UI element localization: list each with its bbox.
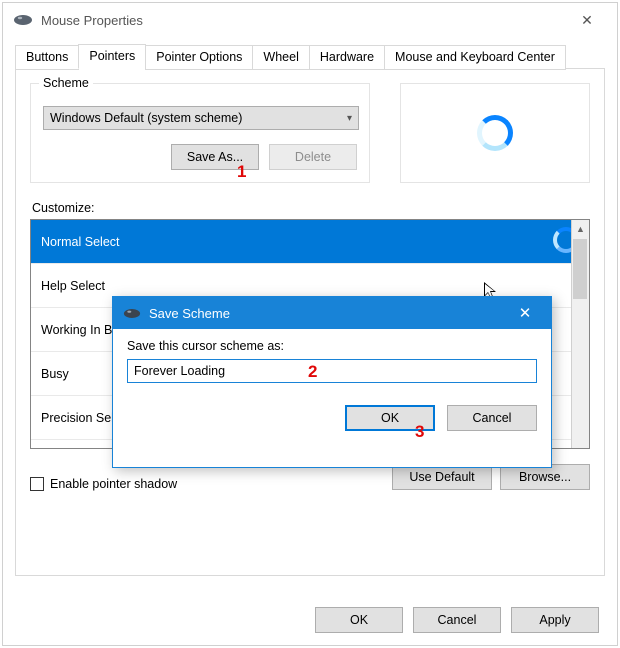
delete-button: Delete [269, 144, 357, 170]
apply-button[interactable]: Apply [511, 607, 599, 633]
save-scheme-close-button[interactable]: ✕ [509, 304, 541, 322]
scheme-selected-text: Windows Default (system scheme) [50, 111, 242, 125]
save-scheme-cancel-button[interactable]: Cancel [447, 405, 537, 431]
save-scheme-title: Save Scheme [149, 306, 230, 321]
save-scheme-dialog: Save Scheme ✕ Save this cursor scheme as… [112, 296, 552, 468]
list-item-normal-select[interactable]: Normal Select [31, 220, 589, 264]
list-item-label: Normal Select [41, 235, 120, 249]
annotation-1: 1 [237, 162, 246, 182]
annotation-3: 3 [415, 422, 424, 442]
ok-button[interactable]: OK [315, 607, 403, 633]
scroll-thumb[interactable] [573, 239, 587, 299]
tab-pointer-options[interactable]: Pointer Options [145, 45, 253, 70]
scheme-legend: Scheme [39, 76, 93, 90]
cancel-button[interactable]: Cancel [413, 607, 501, 633]
customize-label: Customize: [32, 201, 590, 215]
tab-mouse-keyboard-center[interactable]: Mouse and Keyboard Center [384, 45, 566, 70]
save-scheme-label: Save this cursor scheme as: [127, 339, 537, 353]
window-title: Mouse Properties [41, 13, 143, 28]
tab-pointers[interactable]: Pointers [78, 44, 146, 69]
enable-pointer-shadow-checkbox[interactable] [30, 477, 44, 491]
chevron-down-icon: ▾ [347, 113, 352, 124]
tab-hardware[interactable]: Hardware [309, 45, 385, 70]
tab-wheel[interactable]: Wheel [252, 45, 309, 70]
mouse-icon [123, 308, 141, 319]
list-item-label: Help Select [41, 279, 105, 293]
tabstrip: Buttons Pointers Pointer Options Wheel H… [15, 44, 605, 69]
enable-pointer-shadow-row[interactable]: Enable pointer shadow [30, 477, 177, 491]
window-close-button[interactable]: ✕ [567, 5, 607, 35]
list-item-label: Busy [41, 367, 69, 381]
tab-buttons[interactable]: Buttons [15, 45, 79, 70]
scroll-up-arrow-icon[interactable]: ▲ [572, 220, 589, 238]
enable-pointer-shadow-label: Enable pointer shadow [50, 477, 177, 491]
busy-ring-icon [477, 115, 513, 151]
save-scheme-titlebar: Save Scheme ✕ [113, 297, 551, 329]
scheme-select[interactable]: Windows Default (system scheme) ▾ [43, 106, 359, 130]
listbox-vertical-scrollbar[interactable]: ▲ [571, 220, 589, 448]
scheme-groupbox: Scheme Windows Default (system scheme) ▾… [30, 83, 370, 183]
annotation-2: 2 [308, 362, 317, 382]
pointer-preview [400, 83, 590, 183]
titlebar: Mouse Properties ✕ [3, 3, 617, 37]
mouse-icon [13, 14, 33, 26]
dialog-footer: OK Cancel Apply [315, 607, 599, 633]
scheme-name-input[interactable] [127, 359, 537, 383]
